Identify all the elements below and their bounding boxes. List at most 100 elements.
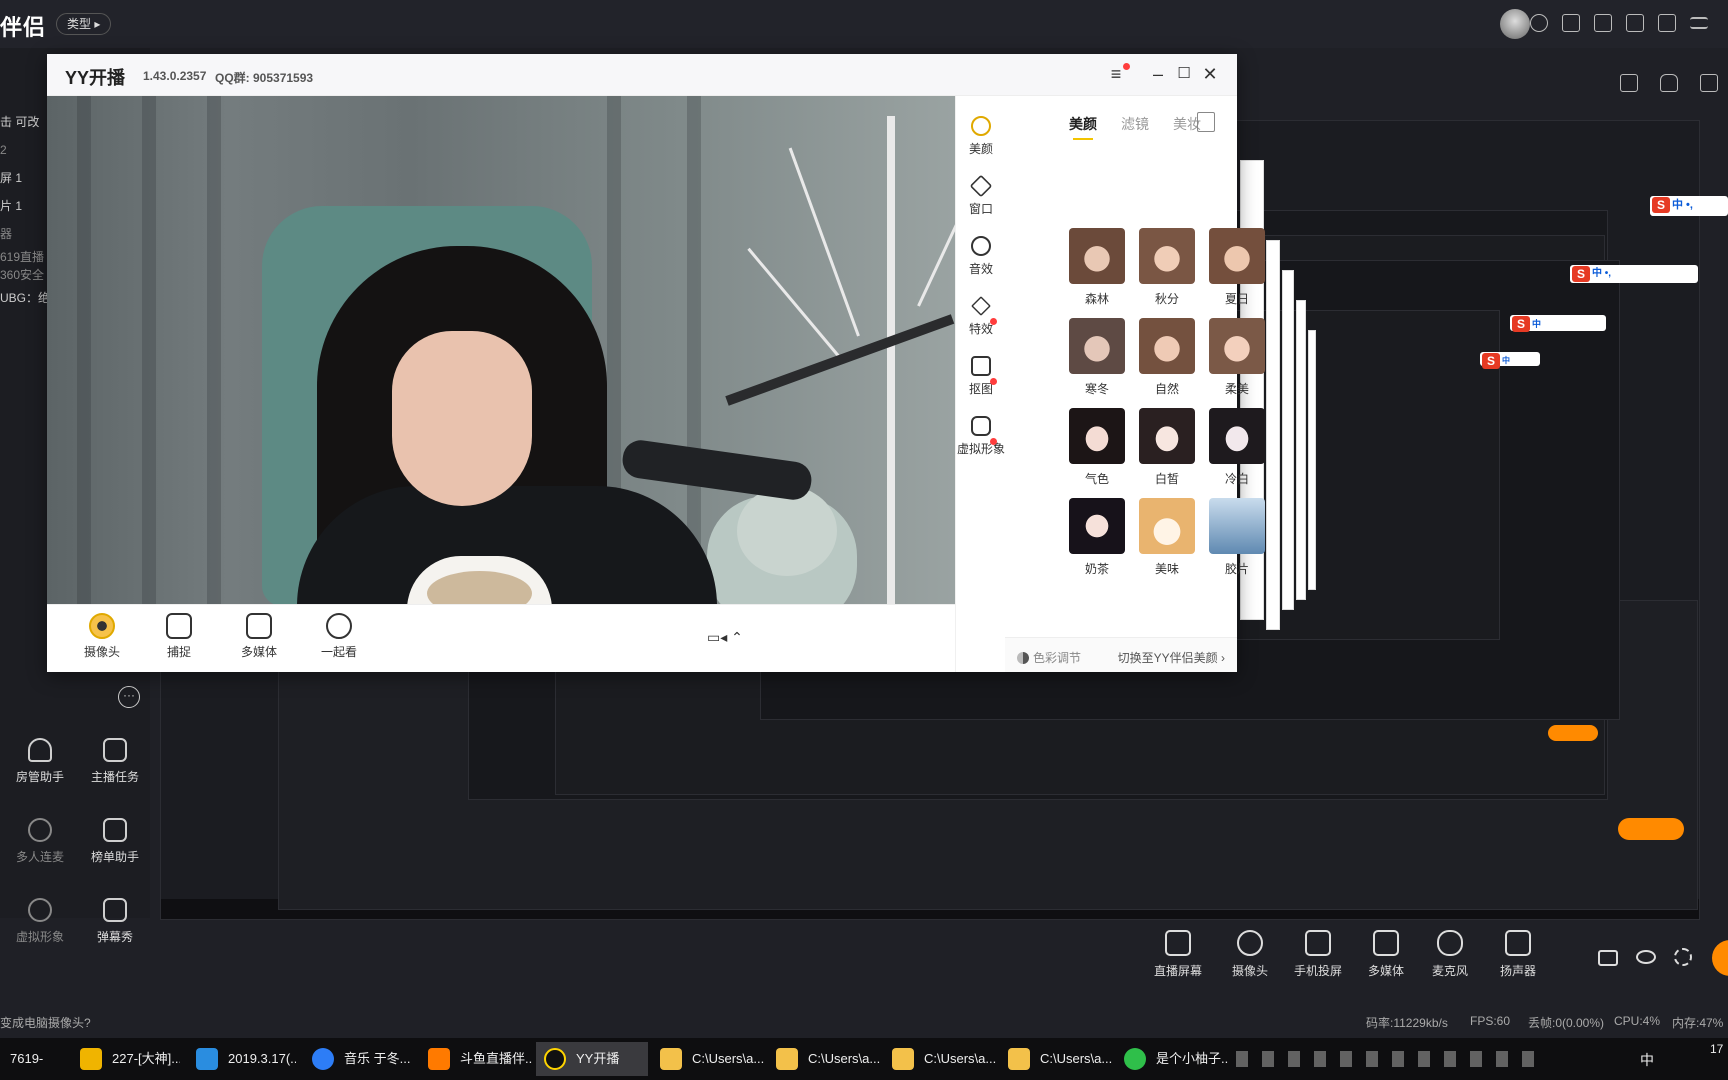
taskbar-item[interactable]: 2019.3.17(...: [188, 1042, 296, 1076]
gear-icon[interactable]: [1674, 948, 1692, 966]
filter-item[interactable]: 美味: [1139, 498, 1195, 577]
taskbar-item[interactable]: 音乐 于冬...: [304, 1042, 412, 1076]
filter-label: 胶片: [1224, 562, 1249, 576]
filter-item[interactable]: 胶片: [1209, 498, 1265, 577]
maximize-icon[interactable]: ☐: [1173, 64, 1195, 86]
taskbar-item[interactable]: 7619-: [0, 1042, 65, 1076]
danmu-show-button[interactable]: 弹幕秀: [75, 898, 155, 945]
filter-item[interactable]: 冷白: [1209, 408, 1265, 487]
clock[interactable]: 17: [1710, 1042, 1723, 1056]
multimedia-button[interactable]: 多媒体: [1368, 930, 1404, 979]
screen-share-button[interactable]: 直播屏幕: [1154, 930, 1202, 979]
host-status-bar: 变成电脑摄像头? 码率:11229kb/s FPS:60 丢帧:0(0.00%)…: [0, 1008, 1728, 1034]
rail-window[interactable]: 窗口: [956, 174, 1006, 217]
watch-together-button[interactable]: 一起看: [309, 613, 369, 660]
headset-icon[interactable]: [1530, 14, 1548, 32]
filter-item[interactable]: 秋分: [1139, 228, 1195, 307]
rail-effects[interactable]: 特效: [956, 296, 1006, 337]
phone-icon: [1305, 930, 1331, 956]
close-icon[interactable]: ✕: [1199, 64, 1221, 86]
phone-cast-button[interactable]: 手机投屏: [1294, 930, 1342, 979]
taskbar-item[interactable]: 227-[大神]...: [72, 1042, 180, 1076]
ime-toolbar[interactable]: S中: [1510, 315, 1606, 332]
filter-item[interactable]: 柔美: [1209, 318, 1265, 397]
status-prompt[interactable]: 变成电脑摄像头?: [0, 1014, 91, 1031]
host-right-icons: [1600, 60, 1728, 100]
speaker-button[interactable]: 扬声器: [1500, 930, 1536, 979]
virtual-avatar-button[interactable]: 虚拟形象: [0, 898, 80, 945]
rail-beauty[interactable]: 美颜: [956, 116, 1006, 157]
color-adjust-button[interactable]: 色彩调节: [1017, 649, 1081, 666]
tray-ime-text[interactable]: 中: [1640, 1050, 1654, 1070]
microphone-button[interactable]: 麦克风: [1432, 930, 1468, 979]
filter-item[interactable]: 白皙: [1139, 408, 1195, 487]
camera-toggle[interactable]: ▭◂ ⌃: [707, 629, 743, 646]
ime-toolbar[interactable]: S中: [1480, 352, 1540, 369]
app-icon: [80, 1048, 102, 1070]
tray-icons[interactable]: [1236, 1051, 1546, 1067]
filter-thumbnail: [1209, 318, 1265, 374]
minimize-icon[interactable]: –: [1147, 64, 1169, 86]
ranking-button[interactable]: 榜单助手: [75, 818, 155, 865]
yy-titlebar[interactable]: YY开播 1.43.0.2357 QQ群: 905371593 ≡ – ☐ ✕: [47, 54, 1237, 96]
window-icon[interactable]: [1626, 14, 1644, 32]
tool-label: 多媒体: [1368, 964, 1405, 978]
shirt-icon[interactable]: [1658, 14, 1676, 32]
beauty-panel: 美颜 滤镜 美妆 森林 秋分 夏日 寒冬 自然 柔美 气色 白皙 冷白 奶茶 美…: [1005, 96, 1265, 672]
mail-icon[interactable]: [1562, 14, 1580, 32]
notification-dot: [990, 378, 997, 385]
rail-avatar[interactable]: 虚拟形象: [956, 416, 1006, 457]
webcam-icon: [89, 613, 115, 639]
capture-source-button[interactable]: 捕捉: [149, 613, 209, 660]
ime-toolbar[interactable]: S中 •,: [1570, 265, 1698, 283]
room-admin-button[interactable]: 房管助手: [0, 738, 80, 785]
camera-preview[interactable]: [47, 96, 955, 604]
filter-item[interactable]: 气色: [1069, 408, 1125, 487]
app-icon: [544, 1048, 566, 1070]
lock-icon[interactable]: [1660, 74, 1678, 92]
switch-beauty-link[interactable]: 切换至YY伴侣美颜 ›: [1118, 649, 1225, 666]
record-icon[interactable]: [1598, 950, 1618, 966]
type-dropdown[interactable]: 类型 ▸: [56, 13, 112, 35]
filter-label: 柔美: [1224, 382, 1249, 396]
taskbar-item[interactable]: C:\Users\a...: [884, 1042, 996, 1076]
video-icon[interactable]: [1594, 14, 1612, 32]
taskbar-item-active[interactable]: YY开播: [536, 1042, 648, 1076]
rail-matting[interactable]: 抠图: [956, 356, 1006, 397]
camera-button[interactable]: 摄像头: [1232, 930, 1268, 979]
eye-icon[interactable]: [1636, 950, 1656, 964]
camera-source-button[interactable]: 摄像头: [72, 613, 132, 660]
nested-window: [1266, 240, 1280, 630]
more-icon[interactable]: ···: [118, 686, 140, 708]
filter-item[interactable]: 森林: [1069, 228, 1125, 307]
folder-icon: [892, 1048, 914, 1070]
stop-stream-button[interactable]: [1618, 818, 1684, 840]
filter-item[interactable]: 夏日: [1209, 228, 1265, 307]
mem-text: 内存:47%: [1672, 1016, 1724, 1030]
rail-audio[interactable]: 音效: [956, 236, 1006, 277]
tab-beauty[interactable]: 美颜: [1069, 114, 1097, 140]
taskbar-item[interactable]: C:\Users\a...: [768, 1042, 880, 1076]
filter-label: 自然: [1154, 382, 1179, 396]
sogou-icon: S: [1512, 316, 1530, 332]
taskbar-item[interactable]: 斗鱼直播伴...: [420, 1042, 532, 1076]
gift-icon[interactable]: [1620, 74, 1638, 92]
ime-toolbar[interactable]: S中 •,: [1650, 196, 1728, 216]
media-source-button[interactable]: 多媒体: [229, 613, 289, 660]
start-stream-button-edge[interactable]: [1712, 940, 1728, 976]
anchor-task-button[interactable]: 主播任务: [75, 738, 155, 785]
taskbar-item[interactable]: C:\Users\a...: [652, 1042, 764, 1076]
taskbar-item[interactable]: 是个小柚子...: [1116, 1042, 1228, 1076]
filter-item[interactable]: 寒冬: [1069, 318, 1125, 397]
filter-item[interactable]: 自然: [1139, 318, 1195, 397]
multi-mic-button[interactable]: 多人连麦: [0, 818, 80, 865]
chevron-up-icon[interactable]: ⌃: [731, 629, 743, 645]
avatar[interactable]: [1500, 9, 1530, 39]
expand-panel-icon[interactable]: [1197, 112, 1215, 132]
gift-box-icon[interactable]: [1700, 74, 1718, 92]
filter-item[interactable]: 奶茶: [1069, 498, 1125, 577]
taskbar-item[interactable]: C:\Users\a...: [1000, 1042, 1112, 1076]
menu-icon[interactable]: [1690, 17, 1708, 29]
tab-filter[interactable]: 滤镜: [1121, 114, 1149, 134]
yy-side-rail: 美颜 窗口 音效 特效 抠图 虚拟形象: [955, 96, 1005, 672]
